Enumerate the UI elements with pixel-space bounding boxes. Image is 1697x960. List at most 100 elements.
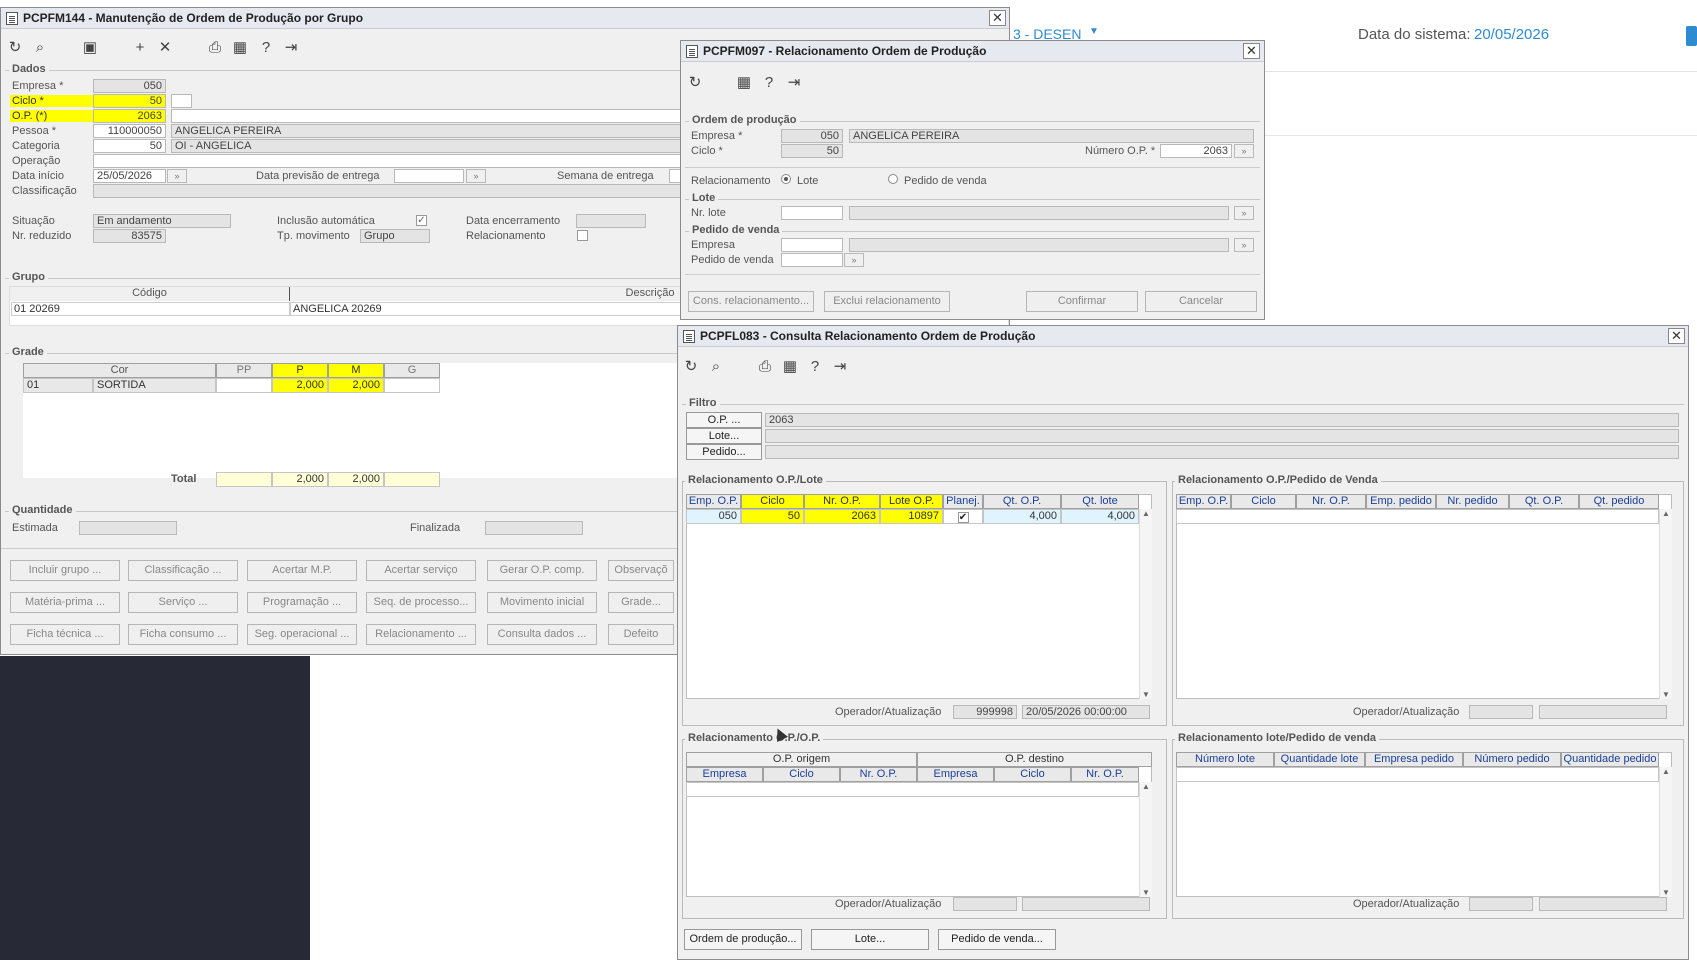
refresh-icon[interactable]: ↻ (686, 74, 704, 92)
print-icon[interactable]: ⎙ (206, 39, 224, 57)
pedido-empresa-field[interactable] (781, 238, 843, 252)
categoria-code-field[interactable]: 50 (93, 139, 166, 153)
data-previsao-picker-icon[interactable]: » (466, 169, 486, 183)
lote-button[interactable]: Lote... (811, 929, 929, 950)
op-lote-scrollbar[interactable]: ▲ ▼ (1139, 509, 1152, 699)
env-chevron-icon[interactable]: ▼ (1089, 26, 1099, 37)
filtro-op-button[interactable]: O.P. ... (686, 412, 762, 428)
grade-row-pp[interactable] (216, 378, 272, 393)
close-button[interactable]: ✕ (989, 10, 1006, 26)
exit-icon[interactable]: ⇥ (785, 74, 803, 92)
ficha-consumo-button[interactable]: Ficha consumo ... (128, 624, 238, 645)
numero-op-lookup-icon[interactable]: » (1234, 144, 1254, 158)
acertar-servico-button[interactable]: Acertar serviço (366, 560, 476, 581)
exit-icon[interactable]: ⇥ (831, 358, 849, 376)
op-op-scrollbar[interactable]: ▲ ▼ (1139, 782, 1152, 897)
numero-op-field[interactable]: 2063 (1160, 144, 1232, 158)
planej-checkbox[interactable]: ✔ (957, 512, 969, 523)
op-pedido-scrollbar[interactable]: ▲ ▼ (1659, 509, 1672, 699)
grupo-codigo-cell[interactable]: 01 20269 (11, 302, 290, 316)
radio-lote-label[interactable]: Lote (797, 175, 818, 187)
lote-pedido-empty-row[interactable] (1176, 767, 1659, 782)
calendar-icon[interactable]: ▦ (781, 358, 799, 376)
grade-row-m[interactable]: 2,000 (328, 378, 384, 393)
data-inicio-field[interactable]: 25/05/2026 (93, 169, 166, 183)
incluir-grupo-button[interactable]: Incluir grupo ... (10, 560, 120, 581)
op-lote-cell-emp[interactable]: 050 (686, 509, 741, 524)
op-lote-cell-planej[interactable]: ✔ (943, 509, 983, 524)
movimento-inicial-button[interactable]: Movimento inicial (487, 592, 597, 613)
ordem-producao-button[interactable]: Ordem de produção... (684, 929, 802, 950)
op-lote-cell-lote-op[interactable]: 10897 (880, 509, 943, 524)
help-icon[interactable]: ? (760, 74, 778, 92)
grade-row-cod[interactable]: 01 (23, 378, 93, 393)
add-icon[interactable]: + (131, 39, 149, 57)
seg-operacional-button[interactable]: Seg. operacional ... (247, 624, 357, 645)
exclui-relacionamento-button[interactable]: Exclui relacionamento (824, 291, 950, 312)
pessoa-code-field[interactable]: 110000050 (93, 124, 166, 138)
window-title-bar[interactable]: PCPFM097 - Relacionamento Ordem de Produ… (681, 41, 1264, 62)
defeito-button[interactable]: Defeito (608, 624, 674, 645)
consulta-dados-button[interactable]: Consulta dados ... (487, 624, 597, 645)
op-lote-cell-ciclo[interactable]: 50 (741, 509, 804, 524)
radio-pedido[interactable] (888, 174, 898, 184)
close-button[interactable]: ✕ (1243, 43, 1260, 59)
ciclo-desc-field[interactable] (171, 94, 192, 108)
pedido-venda-button[interactable]: Pedido de venda... (938, 929, 1056, 950)
op-field[interactable]: 2063 (93, 109, 166, 123)
exit-icon[interactable]: ⇥ (282, 39, 300, 57)
refresh-icon[interactable]: ↻ (682, 358, 700, 376)
op-lote-cell-qt-lote[interactable]: 4,000 (1061, 509, 1139, 524)
inclusao-checkbox[interactable]: ✓ (416, 215, 427, 226)
pedido-venda-field[interactable] (781, 253, 843, 267)
servico-button[interactable]: Serviço ... (128, 592, 238, 613)
filtro-pedido-button[interactable]: Pedido... (686, 444, 762, 460)
seq-processo-button[interactable]: Seq. de processo... (366, 592, 476, 613)
lote-pedido-scrollbar[interactable]: ▲ ▼ (1659, 767, 1672, 897)
ciclo-field[interactable]: 50 (93, 94, 166, 108)
save-icon[interactable]: ▣ (81, 39, 99, 57)
observacoes-button[interactable]: Observaçõ (608, 560, 674, 581)
grade-row-g[interactable] (384, 378, 440, 393)
pedido-venda-lookup-icon[interactable]: » (844, 253, 864, 267)
empresa-field[interactable]: 050 (93, 79, 166, 93)
search-icon[interactable]: ⌕ (31, 39, 49, 57)
grade-row-cor[interactable]: SORTIDA (93, 378, 216, 393)
help-icon[interactable]: ? (257, 39, 275, 57)
nr-lote-lookup-icon[interactable]: » (1234, 206, 1254, 220)
filtro-lote-button[interactable]: Lote... (686, 428, 762, 444)
acertar-mp-button[interactable]: Acertar M.P. (247, 560, 357, 581)
pedido-empresa-lookup-icon[interactable]: » (1234, 238, 1254, 252)
materia-prima-button[interactable]: Matéria-prima ... (10, 592, 120, 613)
radio-lote[interactable] (781, 174, 791, 184)
print-icon[interactable]: ⎙ (756, 358, 774, 376)
grade-button[interactable]: Grade... (608, 592, 674, 613)
op-op-empty-row[interactable] (686, 782, 1139, 797)
cancelar-button[interactable]: Cancelar (1145, 291, 1257, 312)
op-lote-cell-qt-op[interactable]: 4,000 (983, 509, 1061, 524)
op-lote-cell-nr-op[interactable]: 2063 (804, 509, 880, 524)
programacao-button[interactable]: Programação ... (247, 592, 357, 613)
calendar-icon[interactable]: ▦ (231, 39, 249, 57)
classificacao-button[interactable]: Classificação ... (128, 560, 238, 581)
radio-pedido-label[interactable]: Pedido de venda (904, 175, 987, 187)
calendar-icon[interactable]: ▦ (735, 74, 753, 92)
data-inicio-picker-icon[interactable]: » (167, 169, 187, 183)
help-icon[interactable]: ? (806, 358, 824, 376)
search-icon[interactable]: ⌕ (707, 358, 725, 376)
calendar-grid-icon[interactable] (1686, 26, 1697, 46)
relacionamento-checkbox[interactable] (577, 230, 588, 241)
ficha-tecnica-button[interactable]: Ficha técnica ... (10, 624, 120, 645)
delete-icon[interactable]: ✕ (156, 39, 174, 57)
confirmar-button[interactable]: Confirmar (1026, 291, 1138, 312)
refresh-icon[interactable]: ↻ (6, 39, 24, 57)
nr-lote-field[interactable] (781, 206, 843, 220)
op-pedido-empty-row[interactable] (1176, 509, 1659, 524)
cons-relacionamento-button[interactable]: Cons. relacionamento... (688, 291, 814, 312)
grade-row-p[interactable]: 2,000 (272, 378, 328, 393)
close-button[interactable]: ✕ (1668, 328, 1685, 344)
window-title-bar[interactable]: PCPFL083 - Consulta Relacionamento Ordem… (678, 326, 1688, 347)
data-previsao-field[interactable] (394, 169, 464, 183)
relacionamento-button[interactable]: Relacionamento ... (366, 624, 476, 645)
window-title-bar[interactable]: PCPFM144 - Manutenção de Ordem de Produç… (1, 8, 1009, 29)
